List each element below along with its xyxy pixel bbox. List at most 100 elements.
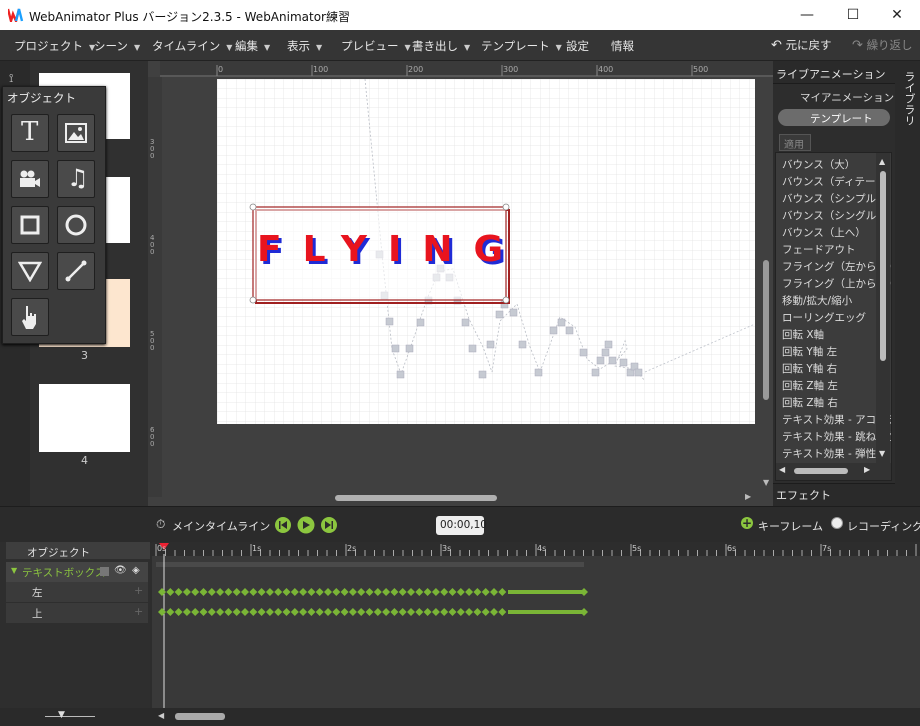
effects-panel-title[interactable]: エフェクト (776, 487, 831, 503)
keyframe-diamond[interactable] (423, 608, 432, 616)
menu-info[interactable]: 情報 (611, 38, 634, 54)
play-button[interactable] (297, 516, 315, 534)
keyframe-diamond[interactable] (357, 588, 366, 596)
rectangle-tool-button[interactable] (11, 206, 49, 244)
keyframe-diamond[interactable] (415, 588, 424, 596)
keyframe-diamond[interactable] (398, 608, 407, 616)
keyframe-diamond[interactable] (332, 588, 341, 596)
keyframe-diamond[interactable] (456, 608, 465, 616)
line-tool-button[interactable] (57, 252, 95, 290)
timeline-row-textbox[interactable]: ▼ テキストボックス 👁 ◈ (6, 562, 148, 582)
menu-edit[interactable]: 編集 ▼ (235, 38, 270, 54)
flying-text[interactable]: FLYING (257, 229, 524, 270)
keyframe-button[interactable]: キーフレーム (758, 518, 823, 534)
keyframe-diamond[interactable] (390, 588, 399, 596)
keyframe-diamond[interactable] (274, 608, 283, 616)
keyframe-diamond[interactable] (315, 588, 324, 596)
keyframe-diamond[interactable] (498, 608, 507, 616)
audio-tool-button[interactable]: ♫ (57, 160, 95, 198)
keyframe-diamond[interactable] (357, 608, 366, 616)
expand-icon[interactable]: ▼ (11, 566, 17, 575)
keyframe-diamond[interactable] (431, 608, 440, 616)
menu-view[interactable]: 表示 ▼ (287, 38, 322, 54)
keyframe-diamond[interactable] (199, 588, 208, 596)
rewind-button[interactable] (275, 517, 291, 533)
list-item[interactable]: 移動/拡大/縮小 (782, 293, 852, 308)
menu-scene[interactable]: シーン ▼ (94, 38, 140, 54)
keyframe-diamond[interactable] (456, 588, 465, 596)
keyframe-diamond[interactable] (257, 608, 266, 616)
keyframe-diamond[interactable] (307, 588, 316, 596)
keyframe-diamond[interactable] (448, 588, 457, 596)
scroll-down-icon[interactable]: ▼ (763, 478, 769, 487)
keyframe-diamond[interactable] (315, 608, 324, 616)
menu-preview[interactable]: プレビュー ▼ (341, 38, 411, 54)
keyframe-diamond[interactable] (373, 588, 382, 596)
keyframe-diamond[interactable] (199, 608, 208, 616)
keyframe-diamond[interactable] (431, 588, 440, 596)
keyframe-diamond[interactable] (166, 588, 175, 596)
keyframes-top-track[interactable] (158, 606, 588, 618)
keyframe-diamond[interactable] (365, 588, 374, 596)
apply-button[interactable]: 適用 (779, 134, 811, 151)
timeline-scroll-left-icon[interactable]: ◀ (158, 711, 164, 720)
list-item[interactable]: 回転 Y軸 左 (782, 344, 837, 359)
keyframe-diamond[interactable] (216, 588, 225, 596)
keyframe-diamond[interactable] (232, 588, 241, 596)
text-tool-button[interactable]: T (11, 114, 49, 152)
forward-button[interactable] (321, 517, 337, 533)
menu-settings[interactable]: 設定 (566, 38, 589, 54)
timeline-row-top[interactable]: 上 + (6, 603, 148, 623)
ellipse-tool-button[interactable] (57, 206, 95, 244)
list-horizontal-scrollbar[interactable] (794, 468, 848, 474)
keyframe-diamond[interactable] (299, 608, 308, 616)
keyframe-diamond[interactable] (481, 608, 490, 616)
add-property-icon[interactable]: + (134, 605, 143, 618)
keyframe-diamond[interactable] (465, 608, 474, 616)
library-side-tab[interactable]: ライブラリ (895, 61, 920, 506)
list-item[interactable]: 回転 X軸 (782, 327, 824, 342)
list-item[interactable]: フェードアウト (782, 242, 856, 257)
canvas-vertical-scrollbar[interactable] (763, 260, 769, 400)
keyframe-diamond[interactable] (407, 608, 415, 616)
keyframe-diamond[interactable] (191, 608, 200, 616)
keyframe-diamond[interactable] (382, 608, 391, 616)
lock-icon[interactable] (100, 567, 109, 576)
keyframe-diamond[interactable] (249, 588, 258, 596)
list-item[interactable]: 回転 Z軸 左 (782, 378, 838, 393)
menu-template[interactable]: テンプレート ▼ (481, 38, 562, 54)
keyframe-diamond[interactable] (324, 608, 332, 616)
keyframe-diamond[interactable] (398, 588, 407, 596)
keyframe-diamond[interactable] (282, 608, 291, 616)
keyframe-diamond[interactable] (481, 588, 490, 596)
keyframe-diamond[interactable] (348, 588, 357, 596)
keyframe-diamond[interactable] (340, 588, 349, 596)
video-tool-button[interactable] (11, 160, 49, 198)
keyframe-diamond[interactable] (249, 608, 258, 616)
keyframe-diamond[interactable] (332, 608, 341, 616)
keyframe-diamond[interactable] (440, 588, 449, 596)
keyframe-diamond[interactable] (224, 588, 233, 596)
keyframe-diamond[interactable] (282, 588, 291, 596)
list-item[interactable]: バウンス（シングル） (782, 208, 887, 223)
keyframe-diamond[interactable] (216, 608, 225, 616)
undo-button[interactable]: ↶ 元に戻す (771, 37, 832, 53)
keyframe-diamond[interactable] (465, 588, 474, 596)
main-timeline-label[interactable]: メインタイムライン (172, 518, 270, 534)
keyframe-diamond[interactable] (423, 588, 432, 596)
keyframe-diamond[interactable] (174, 608, 183, 616)
keyframe-diamond[interactable] (158, 608, 166, 616)
keyframe-diamond[interactable] (365, 608, 374, 616)
pin-icon[interactable]: ⟟ (9, 71, 13, 86)
keyframe-diamond[interactable] (191, 588, 200, 596)
keyframe-diamond[interactable] (174, 588, 183, 596)
menu-timeline[interactable]: タイムライン ▼ (152, 38, 232, 54)
minimize-button[interactable]: — (784, 0, 830, 30)
list-scroll-left-icon[interactable]: ◀ (779, 465, 785, 474)
list-scroll-down-icon[interactable]: ▼ (879, 449, 885, 458)
keyframe-diamond[interactable] (241, 608, 249, 616)
keyframe-diamond[interactable] (290, 588, 299, 596)
animation-list[interactable]: バウンス（大） バウンス（ディテール） バウンス（シンプル） バウンス（シングル… (775, 152, 892, 481)
hand-tool-button[interactable] (11, 298, 49, 336)
list-item[interactable]: バウンス（大） (782, 157, 855, 172)
